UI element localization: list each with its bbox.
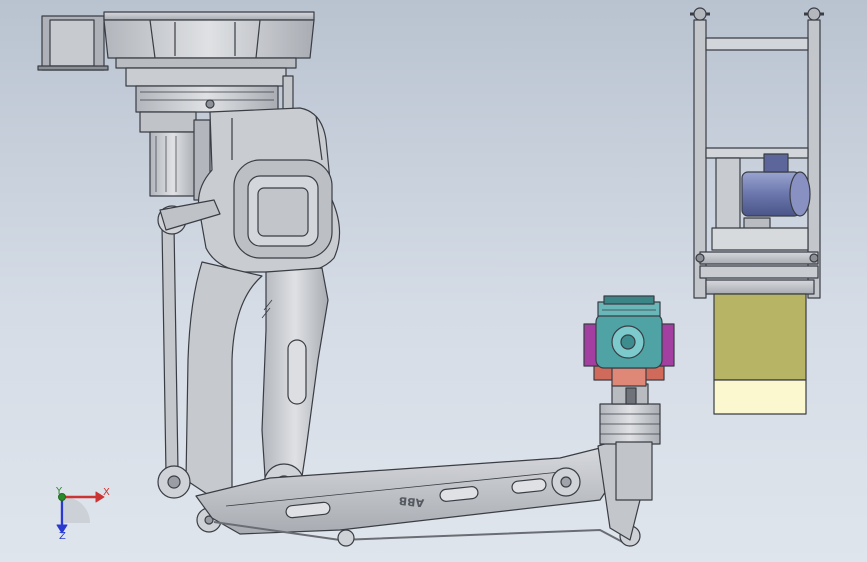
upper-arm-housing — [197, 107, 341, 274]
abb-logo: ABB — [398, 494, 425, 510]
axis-y-label: Y — [56, 486, 63, 497]
cad-viewport[interactable]: ABB X Y Z — [0, 0, 867, 562]
payload-box — [713, 293, 807, 415]
assembly-drawing: ABB — [37, 7, 824, 547]
axis-x-label: X — [103, 487, 110, 498]
forearm — [195, 435, 641, 547]
axis-z-label: Z — [59, 531, 66, 542]
end-effector-gripper — [583, 295, 675, 387]
robot-base — [37, 11, 315, 113]
axis-motor — [139, 111, 211, 201]
side-view-frame — [690, 7, 824, 299]
main-arm — [185, 261, 329, 501]
coordinate-triad — [56, 491, 105, 534]
